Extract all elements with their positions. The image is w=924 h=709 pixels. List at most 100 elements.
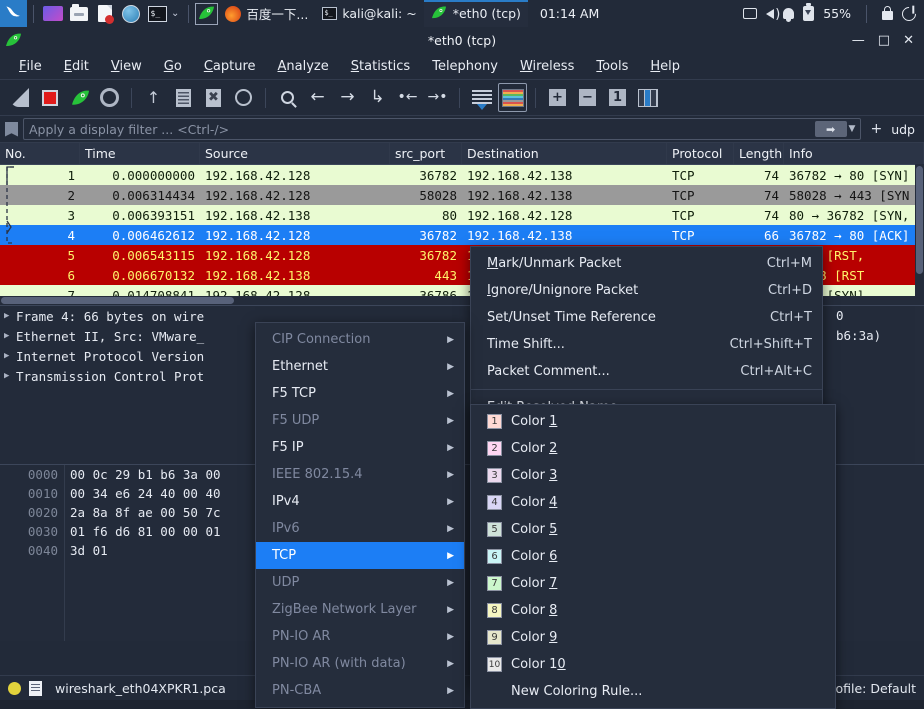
profile-label[interactable]: Profile: Default [823, 681, 924, 696]
menu-item-mark-unmark-packet[interactable]: Mark/Unmark Packet Ctrl+M [471, 250, 822, 277]
menu-item-new-coloring-rule[interactable]: New Coloring Rule... [471, 678, 835, 705]
submenu-item-udp[interactable]: UDP ▶ [256, 569, 464, 596]
auto-scroll-button[interactable] [468, 84, 495, 111]
browser-globe-icon[interactable] [120, 3, 142, 25]
details-vscrollbar[interactable] [915, 306, 924, 464]
close-file-button[interactable]: ✖ [200, 84, 227, 111]
menu-item-color-5[interactable]: 5 Color 5 [471, 516, 835, 543]
column-header-src-port[interactable]: src_port [390, 143, 462, 164]
column-header-destination[interactable]: Destination [462, 143, 667, 164]
task-baidu[interactable]: 百度一下... [218, 0, 315, 27]
kali-dragon-icon[interactable] [0, 0, 27, 27]
terminal-icon[interactable]: $_ [146, 3, 168, 25]
menu-capture[interactable]: Capture [193, 57, 267, 76]
chevron-down-icon[interactable]: ▼ [849, 124, 856, 134]
menu-item-packet-comment[interactable]: Packet Comment... Ctrl+Alt+C [471, 358, 822, 385]
submenu-item-pn-io-ar-with-data[interactable]: PN-IO AR (with data) ▶ [256, 650, 464, 677]
monitor-icon[interactable] [743, 8, 758, 19]
chevron-right-icon[interactable]: ▶ [4, 351, 16, 361]
open-file-button[interactable]: ↑ [140, 84, 167, 111]
menu-item-set-unset-time-reference[interactable]: Set/Unset Time Reference Ctrl+T [471, 304, 822, 331]
taskbar-clock[interactable]: 01:14 AM [540, 6, 599, 21]
go-back-button[interactable]: ← [304, 84, 331, 111]
go-to-last-packet-button[interactable]: →• [424, 84, 451, 111]
add-filter-button[interactable]: + [866, 121, 886, 137]
maximize-button[interactable]: □ [878, 33, 890, 48]
menu-item-color-4[interactable]: 4 Color 4 [471, 489, 835, 516]
display-filter-input[interactable]: Apply a display filter ... <Ctrl-/> ➡ ▼ [23, 118, 862, 140]
battery-icon[interactable] [803, 3, 815, 21]
menu-item-color-3[interactable]: 3 Color 3 [471, 462, 835, 489]
task-wireshark[interactable]: *eth0 (tcp) [423, 0, 528, 27]
menu-edit[interactable]: Edit [53, 57, 100, 76]
menu-item-color-1[interactable]: 1 Color 1 [471, 408, 835, 435]
submenu-item-cip-connection[interactable]: CIP Connection ▶ [256, 326, 464, 353]
capture-options-button[interactable] [96, 84, 123, 111]
column-header-info[interactable]: Info [784, 143, 924, 164]
menu-tools[interactable]: Tools [585, 57, 639, 76]
start-capture-button[interactable] [6, 84, 33, 111]
go-to-packet-button[interactable]: ↳ [364, 84, 391, 111]
saved-filter-udp[interactable]: udp [891, 122, 919, 137]
find-packet-button[interactable] [274, 84, 301, 111]
reload-file-button[interactable] [230, 84, 257, 111]
bell-icon[interactable] [783, 8, 795, 22]
restart-capture-button[interactable] [66, 84, 93, 111]
minimize-button[interactable]: — [852, 33, 865, 48]
column-header-length[interactable]: Length [734, 143, 784, 164]
folder-icon[interactable] [68, 3, 90, 25]
column-header-source[interactable]: Source [200, 143, 390, 164]
menu-item-color-6[interactable]: 6 Color 6 [471, 543, 835, 570]
packet-list-vscrollbar[interactable] [915, 164, 924, 305]
column-header-time[interactable]: Time [80, 143, 200, 164]
colorize-button[interactable] [498, 83, 527, 112]
zoom-out-button[interactable]: − [574, 84, 601, 111]
menu-item-color-2[interactable]: 2 Color 2 [471, 435, 835, 462]
apply-filter-button[interactable]: ➡ [814, 121, 847, 137]
table-row[interactable]: 2 0.006314434 192.168.42.128 58028 192.1… [0, 185, 924, 205]
menu-telephony[interactable]: Telephony [421, 57, 509, 76]
document-icon[interactable] [94, 3, 116, 25]
menu-item-color-7[interactable]: 7 Color 7 [471, 570, 835, 597]
zoom-reset-button[interactable]: 1 [604, 84, 631, 111]
column-header-protocol[interactable]: Protocol [667, 143, 734, 164]
submenu-item-f5-ip[interactable]: F5 IP ▶ [256, 434, 464, 461]
chevron-right-icon[interactable]: ▶ [4, 371, 16, 381]
submenu-item-tcp[interactable]: TCP ▶ [256, 542, 464, 569]
capture-comment-icon[interactable] [29, 680, 42, 696]
menu-view[interactable]: View [100, 57, 153, 76]
wireshark-launcher-icon[interactable] [195, 2, 219, 25]
menu-item-color-9[interactable]: 9 Color 9 [471, 624, 835, 651]
menu-analyze[interactable]: Analyze [267, 57, 340, 76]
submenu-item-f5-tcp[interactable]: F5 TCP ▶ [256, 380, 464, 407]
lock-icon[interactable] [882, 6, 893, 20]
power-icon[interactable] [899, 3, 919, 24]
files-manager-icon[interactable] [42, 3, 64, 25]
submenu-item-ethernet[interactable]: Ethernet ▶ [256, 353, 464, 380]
submenu-item-ieee-802-15-4[interactable]: IEEE 802.15.4 ▶ [256, 461, 464, 488]
resize-columns-button[interactable] [634, 84, 661, 111]
submenu-item-zigbee-network-layer[interactable]: ZigBee Network Layer ▶ [256, 596, 464, 623]
submenu-item-ipv6[interactable]: IPv6 ▶ [256, 515, 464, 542]
go-forward-button[interactable]: → [334, 84, 361, 111]
chevron-down-icon[interactable]: ⌄ [171, 8, 179, 19]
table-row[interactable]: 3 0.006393151 192.168.42.138 80 192.168.… [0, 205, 924, 225]
submenu-item-pn-io-ar[interactable]: PN-IO AR ▶ [256, 623, 464, 650]
chevron-right-icon[interactable]: ▶ [4, 311, 16, 321]
submenu-item-f5-udp[interactable]: F5 UDP ▶ [256, 407, 464, 434]
task-terminal[interactable]: $_ kali@kali: ~ [315, 0, 423, 27]
menu-wireless[interactable]: Wireless [509, 57, 585, 76]
menu-item-ignore-unignore-packet[interactable]: Ignore/Unignore Packet Ctrl+D [471, 277, 822, 304]
stop-capture-button[interactable] [36, 84, 63, 111]
zoom-in-button[interactable]: + [544, 84, 571, 111]
expert-info-icon[interactable] [8, 681, 21, 695]
menu-item-color-10[interactable]: 10 Color 10 [471, 651, 835, 678]
menu-help[interactable]: Help [639, 57, 691, 76]
column-header-no[interactable]: No. [0, 143, 80, 164]
menu-file[interactable]: FFileile [8, 57, 53, 76]
close-button[interactable]: ✕ [903, 33, 914, 48]
menu-statistics[interactable]: Statistics [340, 57, 421, 76]
table-row[interactable]: 1 0.000000000 192.168.42.128 36782 192.1… [0, 165, 924, 185]
go-to-first-packet-button[interactable]: •← [394, 84, 421, 111]
volume-icon[interactable] [766, 7, 780, 22]
